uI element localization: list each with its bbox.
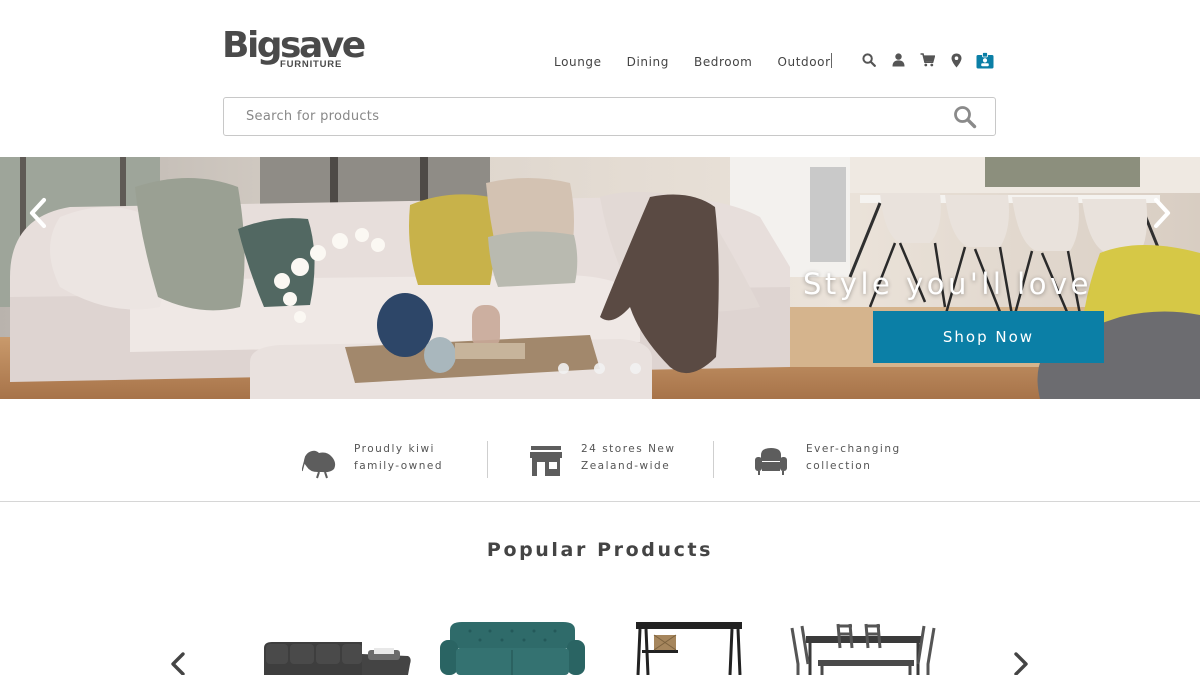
hero-next-button[interactable] [1142, 193, 1182, 233]
carousel-dots [558, 363, 666, 374]
sectional-sofa-icon [264, 642, 411, 675]
carousel-dot-1[interactable] [558, 363, 569, 374]
dining-set-icon [790, 623, 936, 675]
console-table-icon [636, 622, 742, 675]
armchair-icon [755, 448, 787, 475]
shop-now-button[interactable]: Shop Now [873, 311, 1104, 363]
search-icon[interactable] [860, 51, 878, 69]
chevron-left-icon [29, 197, 47, 229]
nav-link-lounge[interactable]: Lounge [554, 55, 602, 69]
products-prev-button[interactable] [167, 651, 191, 675]
product-card[interactable] [788, 618, 938, 675]
product-card[interactable] [634, 618, 744, 675]
chevron-right-icon [1014, 652, 1028, 675]
brand-subtitle: FURNITURE [280, 59, 343, 70]
hero-carousel: Style you'll love Shop Now [0, 157, 1200, 399]
carousel-dot-2[interactable] [594, 363, 605, 374]
hero-headline: Style you'll love [803, 267, 1092, 301]
nav-link-bedroom[interactable]: Bedroom [694, 55, 752, 69]
store-icon [530, 446, 562, 476]
feature-divider [487, 441, 488, 478]
features-strip: Proudly kiwi family-owned 24 stores New … [0, 399, 1200, 502]
products-next-button[interactable] [1010, 651, 1034, 675]
feature-text: Proudly kiwi family-owned [354, 443, 443, 472]
product-card[interactable] [440, 618, 585, 675]
hero-prev-button[interactable] [18, 193, 58, 233]
header-icons [860, 51, 1005, 69]
kiwi-bird-icon [302, 450, 336, 479]
brand-logo[interactable]: Bigsave FURNITURE [222, 26, 366, 72]
user-icon[interactable] [889, 51, 907, 69]
chevron-left-icon [171, 652, 185, 675]
search-button[interactable] [953, 105, 977, 129]
search-bar [223, 97, 996, 136]
feature-text: 24 stores New Zealand-wide [581, 443, 676, 472]
feature-text: Ever-changing collection [806, 443, 901, 472]
id-badge-icon[interactable] [976, 51, 994, 69]
teal-sofa-icon [440, 622, 585, 675]
carousel-dot-3[interactable] [630, 363, 641, 374]
main-nav: Lounge Dining Bedroom Outdoor [554, 54, 856, 70]
product-card[interactable] [262, 618, 412, 675]
nav-divider [831, 53, 832, 68]
nav-link-dining[interactable]: Dining [627, 55, 669, 69]
search-input[interactable] [224, 98, 924, 135]
chevron-right-icon [1153, 197, 1171, 229]
cart-icon[interactable] [918, 51, 936, 69]
nav-link-outdoor[interactable]: Outdoor [777, 55, 830, 69]
search-icon [954, 106, 977, 129]
location-pin-icon[interactable] [947, 51, 965, 69]
popular-products-heading: Popular Products [486, 539, 714, 561]
feature-divider [713, 441, 714, 478]
